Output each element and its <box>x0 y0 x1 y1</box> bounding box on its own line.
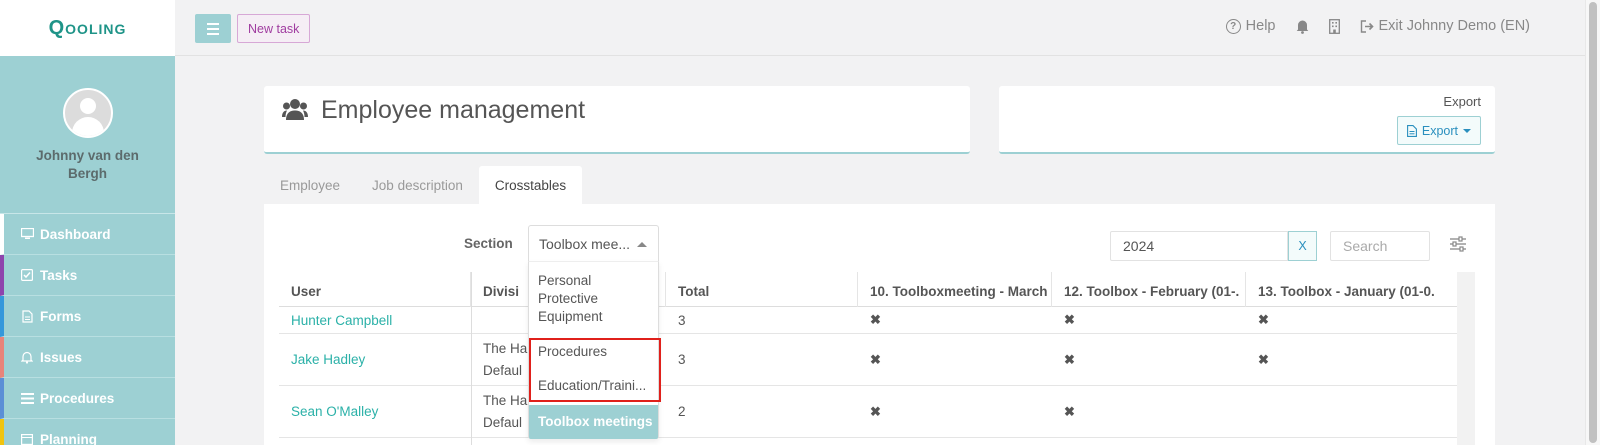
user-link[interactable]: Hunter Campbell <box>279 307 471 333</box>
table-header: User Divisi Total 10. Toolboxmeeting - M… <box>279 272 1475 307</box>
monitor-icon <box>20 227 34 241</box>
hamburger-icon <box>207 22 219 25</box>
tabs: Employee Job description Crosstables <box>264 166 583 204</box>
sidebar-item-label: Dashboard <box>40 226 111 242</box>
export-card: Export Export <box>999 86 1495 154</box>
close-icon: ✖ <box>1064 351 1075 367</box>
crosstable: User Divisi Total 10. Toolboxmeeting - M… <box>279 272 1475 445</box>
scrollbar-thumb[interactable] <box>1589 2 1597 443</box>
close-icon: ✖ <box>1064 312 1075 327</box>
close-icon: ✖ <box>1258 312 1269 327</box>
profile-name: Johnny van den Bergh <box>36 148 139 181</box>
tab-job-description[interactable]: Job description <box>356 166 479 204</box>
list-icon <box>20 391 34 405</box>
column-header-toolbox-12[interactable]: 12. Toolbox - February (01-. <box>1052 272 1246 307</box>
building-button[interactable] <box>1328 18 1340 34</box>
page-title: Employee management <box>321 96 586 124</box>
sidebar-item-planning[interactable]: Planning <box>0 419 175 445</box>
search-input[interactable]: Search <box>1330 231 1430 261</box>
close-icon: ✖ <box>870 351 881 367</box>
sidebar: Johnny van den Bergh Dashboard Tasks For… <box>0 56 175 445</box>
clear-year-button[interactable]: X <box>1288 231 1317 261</box>
sidebar-item-label: Issues <box>40 349 83 365</box>
sidebar-item-label: Forms <box>40 308 82 324</box>
file-icon <box>20 309 34 323</box>
user-link[interactable]: Sean O'Malley <box>279 386 471 437</box>
building-icon <box>1328 18 1340 34</box>
file-icon <box>1406 124 1417 137</box>
close-icon: ✖ <box>870 312 881 327</box>
sidebar-item-dashboard[interactable]: Dashboard <box>0 214 175 255</box>
users-icon <box>282 99 308 120</box>
check-square-icon <box>20 268 34 282</box>
app-logo: Qooling <box>48 16 127 39</box>
total-cell: 2 <box>678 404 686 419</box>
dropdown-option-toolbox-meetings[interactable]: Toolbox meetings <box>529 405 658 439</box>
exit-link[interactable]: Exit Johnny Demo (EN) <box>1360 18 1531 34</box>
logo-area[interactable]: Qooling <box>0 0 175 56</box>
division-name: The Ha <box>483 393 528 408</box>
exit-label: Exit Johnny Demo (EN) <box>1378 18 1531 34</box>
top-bar: New task ? Help Exit Johnny Demo (EN) <box>175 0 1585 56</box>
caret-down-icon <box>1463 128 1471 133</box>
dropdown-option-procedures[interactable]: Procedures <box>529 343 658 361</box>
avatar[interactable] <box>62 88 113 138</box>
question-circle-icon: ? <box>1225 18 1241 34</box>
table-scrollbar[interactable] <box>1457 272 1475 445</box>
sign-out-icon <box>1360 19 1374 33</box>
total-cell: 3 <box>678 352 686 367</box>
calendar-icon <box>20 432 34 445</box>
sidebar-item-label: Planning <box>40 431 97 445</box>
tab-crosstables[interactable]: Crosstables <box>478 166 583 204</box>
close-icon <box>1246 386 1457 437</box>
column-divider <box>471 272 472 445</box>
sidebar-item-label: Tasks <box>40 267 78 283</box>
bell-icon <box>1296 20 1308 34</box>
dropdown-option-ppe[interactable]: Personal Protective Equipment <box>529 272 639 326</box>
column-header-toolbox-13[interactable]: 13. Toolbox - January (01-0. <box>1246 272 1457 307</box>
section-select[interactable]: Toolbox mee... <box>528 225 659 262</box>
menu-toggle-button[interactable] <box>195 14 231 43</box>
top-right-actions: ? Help Exit Johnny Demo (EN) <box>1225 18 1531 34</box>
table-row: Sean O'Malley The Ha Defaul 2 ✖ ✖ <box>279 386 1475 438</box>
new-task-button[interactable]: New task <box>237 14 311 43</box>
help-label: Help <box>1245 18 1276 34</box>
title-card: Employee management <box>264 86 970 154</box>
crosstable-panel: Section Toolbox mee... 2024 X Search Use… <box>264 204 1495 445</box>
sidebar-item-issues[interactable]: Issues <box>0 337 175 378</box>
section-select-value: Toolbox mee... <box>539 236 631 252</box>
table-row: Hunter Campbell 3 ✖ ✖ ✖ <box>279 307 1475 334</box>
column-header-user[interactable]: User <box>279 272 471 307</box>
page-scrollbar[interactable] <box>1585 0 1600 445</box>
user-link[interactable]: Jake Hadley <box>279 334 471 385</box>
dropdown-option-education[interactable]: Education/Traini... <box>529 377 658 395</box>
column-header-total[interactable]: Total <box>666 272 858 307</box>
year-input[interactable]: 2024 <box>1110 231 1288 261</box>
sidebar-item-label: Procedures <box>40 390 115 406</box>
help-link[interactable]: ? Help <box>1225 18 1276 34</box>
export-button-label: Export <box>1421 123 1458 138</box>
close-icon: ✖ <box>1258 351 1269 367</box>
tab-employee[interactable]: Employee <box>264 166 356 204</box>
profile: Johnny van den Bergh <box>0 56 175 214</box>
division-name: The Ha <box>483 341 528 356</box>
sidebar-item-tasks[interactable]: Tasks <box>0 255 175 296</box>
sidebar-item-procedures[interactable]: Procedures <box>0 378 175 419</box>
notifications-button[interactable] <box>1296 19 1309 34</box>
column-header-toolbox-10[interactable]: 10. Toolboxmeeting - March <box>858 272 1052 307</box>
total-cell: 3 <box>678 312 686 328</box>
table-row: Jake Hadley The Ha Defaul 3 ✖ ✖ ✖ <box>279 334 1475 386</box>
caret-up-icon <box>637 242 647 247</box>
close-icon: ✖ <box>870 403 881 419</box>
export-heading: Export <box>1443 94 1481 109</box>
division-name: Defaul <box>483 415 523 430</box>
export-button[interactable]: Export <box>1396 116 1481 145</box>
division-name: Defaul <box>483 363 523 378</box>
close-icon: ✖ <box>1064 403 1075 419</box>
sidebar-item-forms[interactable]: Forms <box>0 296 175 337</box>
section-dropdown: Personal Protective Equipment Procedures… <box>528 261 659 439</box>
section-label: Section <box>464 236 513 251</box>
sliders-icon[interactable] <box>1449 235 1467 253</box>
bell-icon <box>20 350 34 364</box>
